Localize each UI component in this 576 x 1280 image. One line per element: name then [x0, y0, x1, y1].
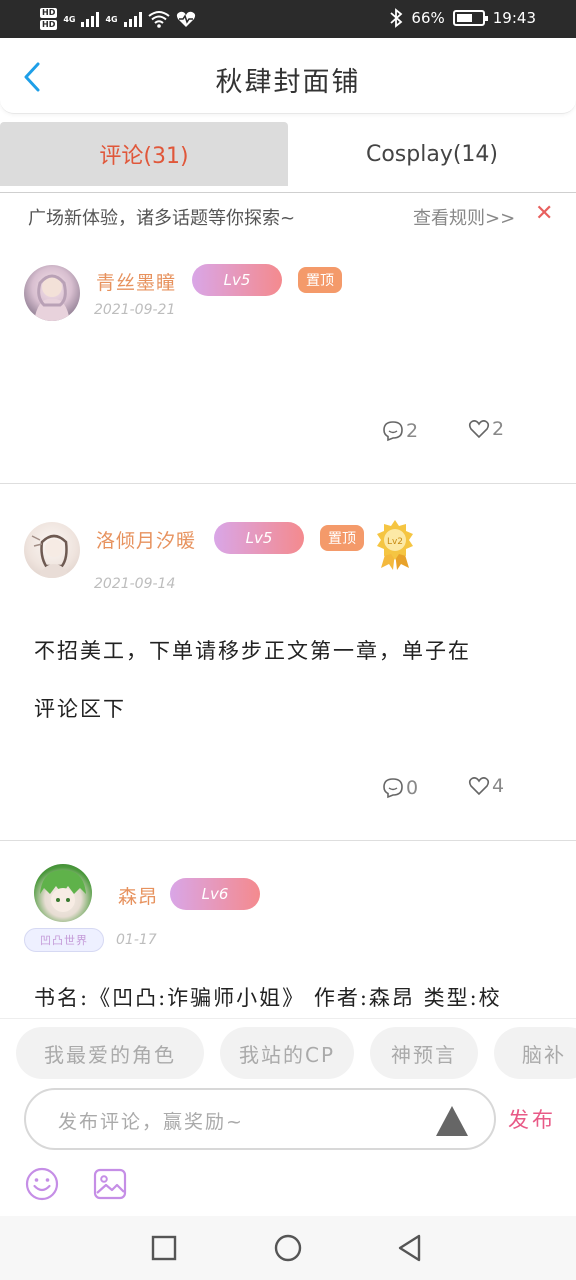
network-type: 4G: [63, 14, 76, 24]
topic-chip[interactable]: 我站的CP: [220, 1027, 354, 1079]
comment-count-button[interactable]: 2: [382, 420, 418, 442]
divider: [0, 483, 576, 484]
level-badge: Lv5: [192, 264, 282, 296]
like-count: 2: [492, 418, 505, 440]
emoji-icon[interactable]: [24, 1166, 60, 1202]
comment-icon: [383, 421, 403, 442]
pinned-badge: 置顶: [298, 267, 342, 293]
heart-icon: [468, 777, 490, 796]
username[interactable]: 洛倾月汐暖: [96, 526, 196, 553]
level-badge: Lv6: [170, 878, 260, 910]
comment-placeholder: 发布评论，赢奖励~: [58, 1111, 244, 1133]
hd-badge: HD: [40, 8, 58, 18]
post-content: 不招美工，下单请移步正文第一章，单子在 评论区下: [34, 622, 544, 738]
clock: 19:43: [492, 9, 536, 27]
post-date: 2021-09-21: [94, 302, 176, 318]
battery-percent: 66%: [411, 9, 445, 27]
like-count: 4: [492, 775, 505, 797]
close-icon[interactable]: ✕: [535, 203, 555, 225]
page-title: 秋肆封面铺: [215, 67, 361, 98]
tab-cosplay[interactable]: Cosplay(14): [288, 122, 576, 186]
comment-count-button[interactable]: 0: [382, 777, 418, 799]
header: 秋肆封面铺: [0, 38, 576, 114]
heart-icon: [468, 420, 490, 439]
comment-icon: [383, 778, 403, 799]
view-rules-link[interactable]: 查看规则>>: [413, 204, 515, 230]
post-date: 01-17: [116, 932, 157, 948]
avatar-illustration: [31, 534, 70, 578]
username[interactable]: 青丝墨瞳: [96, 268, 176, 295]
topic-chip[interactable]: 脑补: [494, 1027, 576, 1079]
like-count-button[interactable]: 4: [468, 775, 504, 797]
signal-icon: [81, 11, 100, 27]
username[interactable]: 森昂: [118, 882, 158, 909]
post-content-line: 评论区下: [34, 697, 126, 721]
post-content-line: 不招美工，下单请移步正文第一章，单子在: [34, 639, 471, 663]
network-type: 4G: [105, 14, 118, 24]
status-left: HD HD 4G 4G: [40, 5, 196, 33]
post-date: 2021-09-14: [94, 576, 176, 592]
status-right: 66% 19:43: [389, 8, 536, 28]
avatar-frame-badge: 凹凸世界: [24, 928, 104, 952]
image-icon[interactable]: [92, 1166, 128, 1202]
avatar-illustration: [34, 274, 70, 321]
topic-chips: 我最爱的角色 我站的CP 神预言 脑补: [0, 1018, 576, 1084]
app-screen: HD HD 4G 4G 66% 19:43 秋肆封面铺 评论(31) Cospl…: [0, 0, 576, 1280]
notice-text: 广场新体验，诸多话题等你探索~: [28, 208, 296, 229]
avatar-illustration: [40, 870, 86, 912]
publish-button[interactable]: 发布: [508, 1104, 556, 1134]
battery-icon: [452, 10, 488, 26]
avatar[interactable]: [34, 864, 92, 922]
hd-badge: HD: [40, 20, 58, 30]
heart-monitor-icon: [176, 11, 195, 27]
comment-input[interactable]: 发布评论，赢奖励~: [24, 1088, 496, 1150]
back-icon[interactable]: [394, 1232, 426, 1264]
post-content-line: 书名:《凹凸:诈骗师小姐》 作者:森昂 类型:校: [34, 986, 502, 1010]
avatar[interactable]: [24, 522, 80, 578]
send-triangle-icon[interactable]: [434, 1104, 470, 1138]
level-badge: Lv5: [214, 522, 304, 554]
comment-count: 0: [406, 777, 419, 799]
system-navbar: [0, 1216, 576, 1280]
home-icon[interactable]: [272, 1232, 304, 1264]
divider: [0, 192, 576, 193]
like-count-button[interactable]: 2: [468, 418, 504, 440]
topic-chip[interactable]: 我最爱的角色: [16, 1027, 204, 1079]
tab-comments[interactable]: 评论(31): [0, 122, 288, 186]
pinned-badge: 置顶: [320, 525, 364, 551]
tab-bar: 评论(31) Cosplay(14): [0, 122, 576, 186]
bluetooth-icon: [390, 8, 403, 28]
comment-count: 2: [406, 420, 419, 442]
notice-bar: 广场新体验，诸多话题等你探索~ 查看规则>> ✕: [0, 198, 576, 236]
status-bar: HD HD 4G 4G 66% 19:43: [0, 0, 576, 38]
topic-chip[interactable]: 神预言: [370, 1027, 478, 1079]
hd-indicators: HD HD: [40, 8, 58, 30]
avatar-frame-label: 凹凸世界: [40, 934, 88, 947]
medal-level: Lv2: [387, 537, 403, 547]
divider: [0, 840, 576, 841]
signal-icon: [123, 11, 142, 27]
recent-apps-icon[interactable]: [148, 1232, 180, 1264]
post-content: 书名:《凹凸:诈骗师小姐》 作者:森昂 类型:校: [34, 976, 544, 1018]
avatar[interactable]: [24, 265, 80, 321]
medal-icon: Lv2: [375, 520, 415, 570]
wifi-icon: [148, 11, 170, 28]
